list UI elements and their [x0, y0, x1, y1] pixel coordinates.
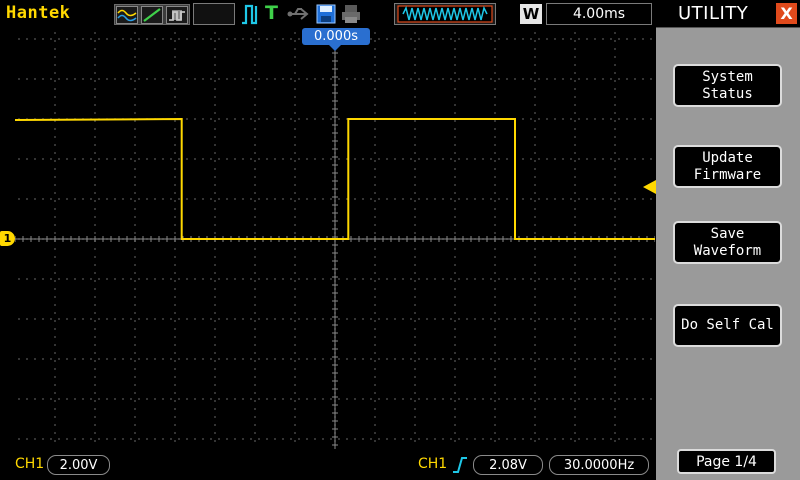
page-indicator-button[interactable]: Page 1/4 — [677, 449, 776, 474]
floppy-save-icon[interactable] — [315, 3, 337, 25]
brand-logo: Hantek — [6, 3, 71, 23]
menu-button-line1: System — [702, 68, 753, 85]
ch1-volts-per-div[interactable]: 2.00V — [47, 455, 110, 475]
trigger-position-arrow-icon — [328, 44, 342, 51]
waveform-buffer-icon — [397, 5, 493, 23]
frequency-readout: 30.0000Hz — [549, 455, 649, 475]
ch1-waveform-trace — [15, 117, 655, 240]
ch1-square-wave — [15, 117, 655, 240]
menu-button-line2: Status — [702, 85, 753, 102]
save-waveform-button[interactable]: Save Waveform — [673, 221, 782, 264]
persist-mode-icon[interactable] — [166, 6, 188, 24]
time-offset-badge: W — [520, 4, 542, 24]
menu-button-line1: Update — [702, 149, 753, 166]
ch1-ground-marker[interactable]: 1 — [0, 231, 15, 246]
top-status-bar: Hantek T W 4.00ms — [0, 0, 656, 28]
pulse-run-icon[interactable] — [240, 3, 262, 25]
usb-icon — [287, 8, 309, 20]
waveform-display[interactable] — [15, 29, 655, 449]
utility-menu-panel: UTILITY X System Status Update Firmware … — [656, 0, 800, 480]
timebase-readout[interactable]: 4.00ms — [546, 3, 652, 25]
run-state-indicator[interactable]: T — [265, 2, 278, 24]
trigger-level-arrow-icon[interactable] — [643, 180, 656, 194]
rising-edge-icon — [453, 457, 467, 473]
system-status-button[interactable]: System Status — [673, 64, 782, 107]
ch1-label: CH1 — [15, 456, 45, 472]
close-button[interactable]: X — [776, 3, 797, 24]
menu-title: UTILITY — [678, 3, 749, 24]
trigger-position-readout[interactable]: 0.000s — [302, 28, 370, 45]
do-self-cal-button[interactable]: Do Self Cal — [673, 304, 782, 347]
trigger-source-label: CH1 — [418, 456, 448, 472]
trigger-level-readout[interactable]: 2.08V — [473, 455, 543, 475]
menu-button-line2: Waveform — [693, 242, 762, 259]
menu-button-line2: Firmware — [693, 166, 762, 183]
menu-button-line1: Do Self Cal — [681, 317, 774, 333]
wave-mode-icon[interactable] — [116, 6, 138, 24]
menu-header: UTILITY X — [656, 0, 800, 28]
waveform-buffer-indicator[interactable] — [394, 3, 496, 25]
display-mode-group — [114, 4, 190, 25]
line-mode-icon[interactable] — [141, 6, 163, 24]
update-firmware-button[interactable]: Update Firmware — [673, 145, 782, 188]
printer-icon[interactable] — [340, 3, 362, 25]
bottom-status-bar: CH1 2.00V CH1 2.08V 30.0000Hz — [0, 450, 656, 480]
spare-status-slot — [193, 3, 235, 25]
menu-button-line1: Save — [710, 225, 745, 242]
